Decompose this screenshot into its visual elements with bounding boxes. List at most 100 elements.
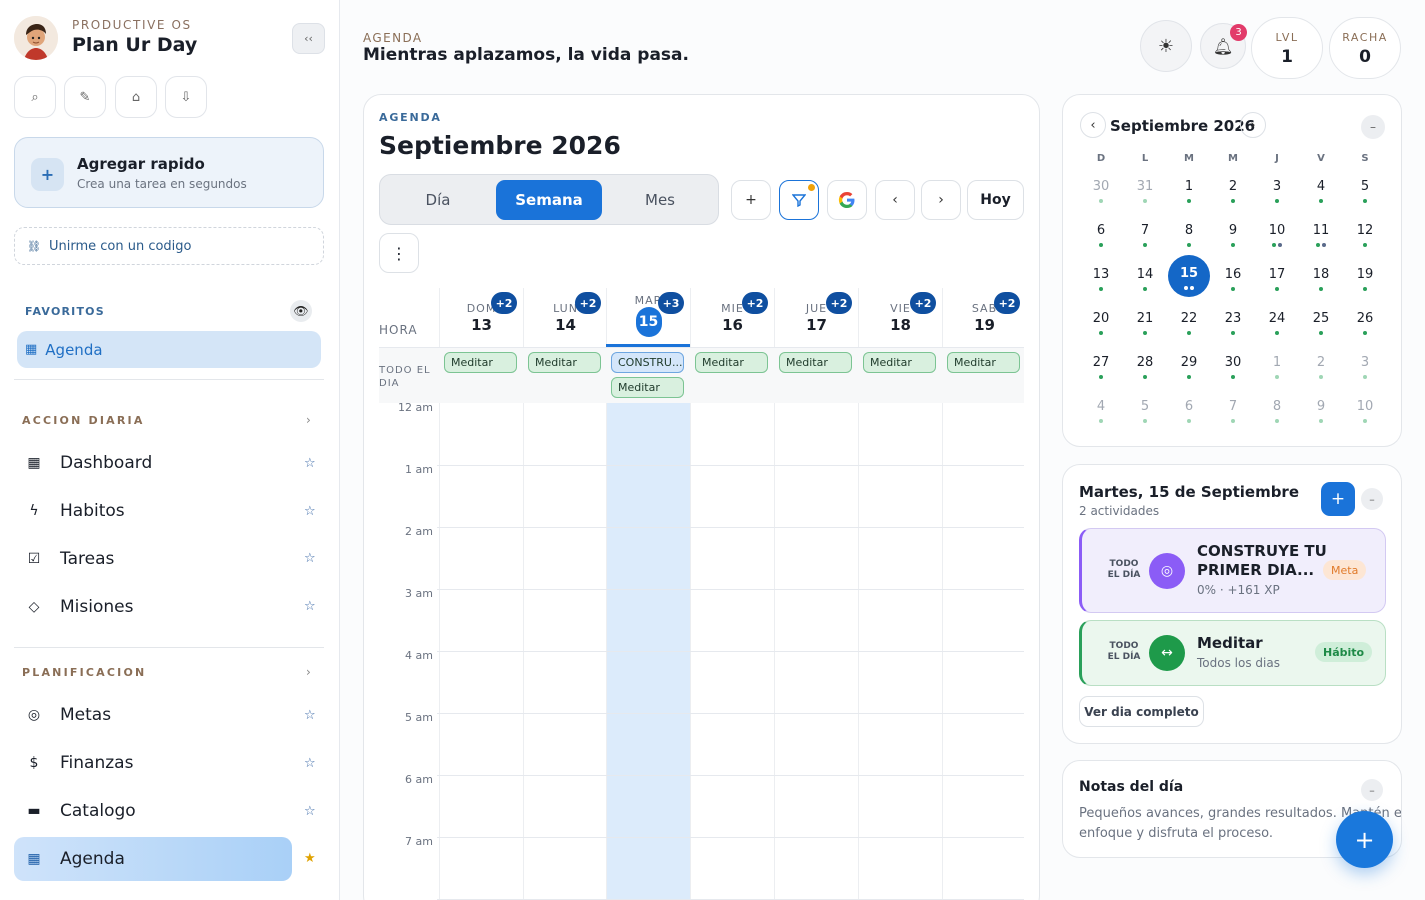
collapse-sidebar-button[interactable]: ‹‹ <box>292 23 325 54</box>
sidebar-item-tasks[interactable]: ☑ Tareas <box>14 537 292 581</box>
calendar-day[interactable]: 14 <box>1125 265 1165 305</box>
calendar-day[interactable]: 7 <box>1213 397 1253 437</box>
sidebar-item-missions[interactable]: ◇ Misiones <box>14 585 292 629</box>
calendar-day[interactable]: 18 <box>1301 265 1341 305</box>
calendar-day[interactable]: 3 <box>1345 353 1385 393</box>
quick-add-card[interactable]: + Agregar rapido Crea una tarea en segun… <box>14 137 324 208</box>
day-event-count-badge[interactable]: +2 <box>994 292 1020 314</box>
previous-week-button[interactable]: ‹ <box>875 180 915 220</box>
favorite-item-agenda[interactable]: ▦ Agenda <box>17 331 321 368</box>
sidebar-item-goals[interactable]: ◎ Metas <box>14 693 292 737</box>
calendar-day[interactable]: 21 <box>1125 309 1165 349</box>
see-full-day-button[interactable]: Ver dia completo <box>1079 696 1204 727</box>
download-button[interactable]: ⇩ <box>165 76 207 118</box>
calendar-day[interactable]: 5 <box>1125 397 1165 437</box>
star-filled-icon[interactable]: ★ <box>304 851 316 866</box>
search-button[interactable]: ⌕ <box>14 76 56 118</box>
day-header-1[interactable]: LUN 14 +2 <box>523 288 607 348</box>
view-month-tab[interactable]: Mes <box>607 180 713 220</box>
day-event-count-badge[interactable]: +2 <box>910 292 936 314</box>
calendar-day[interactable]: 13 <box>1081 265 1121 305</box>
calendar-day[interactable]: 6 <box>1169 397 1209 437</box>
calendar-day[interactable]: 29 <box>1169 353 1209 393</box>
google-sync-button[interactable] <box>827 180 867 220</box>
day-event-count-badge[interactable]: +2 <box>491 292 517 314</box>
calendar-day[interactable]: 16 <box>1213 265 1253 305</box>
calendar-day[interactable]: 10 <box>1257 221 1297 261</box>
all-day-event-chip[interactable]: CONSTRU... <box>611 352 684 373</box>
day-header-3[interactable]: MIE 16 +2 <box>690 288 774 348</box>
floating-add-button[interactable]: + <box>1336 811 1393 868</box>
calendar-day[interactable]: 9 <box>1301 397 1341 437</box>
all-day-event-chip[interactable]: Meditar <box>947 352 1020 373</box>
collapse-day-button[interactable]: – <box>1361 488 1383 510</box>
all-day-event-chip[interactable]: Meditar <box>444 352 517 373</box>
calendar-day[interactable]: 4 <box>1081 397 1121 437</box>
star-icon[interactable]: ☆ <box>304 708 316 723</box>
calendar-day[interactable]: 1 <box>1169 177 1209 217</box>
add-event-button[interactable]: + <box>731 180 771 220</box>
star-icon[interactable]: ☆ <box>304 456 316 471</box>
day-header-0[interactable]: DOM 13 +2 <box>439 288 523 348</box>
all-day-event-chip[interactable]: Meditar <box>863 352 936 373</box>
calendar-day[interactable]: 11 <box>1301 221 1341 261</box>
add-activity-button[interactable]: + <box>1321 482 1355 516</box>
day-header-2[interactable]: MAR 15 +3 <box>606 288 690 348</box>
more-options-button[interactable]: ⋮ <box>379 233 419 273</box>
next-month-button[interactable]: › <box>1240 112 1266 138</box>
avatar[interactable] <box>14 16 58 60</box>
calendar-day[interactable]: 12 <box>1345 221 1385 261</box>
day-header-6[interactable]: SAB 19 +2 <box>942 288 1026 348</box>
calendar-day[interactable]: 7 <box>1125 221 1165 261</box>
filter-button[interactable] <box>779 180 819 220</box>
star-icon[interactable]: ☆ <box>304 756 316 771</box>
calendar-day[interactable]: 24 <box>1257 309 1297 349</box>
calendar-day[interactable]: 2 <box>1213 177 1253 217</box>
all-day-event-chip[interactable]: Meditar <box>611 377 684 398</box>
calendar-day[interactable]: 4 <box>1301 177 1341 217</box>
calendar-day[interactable]: 19 <box>1345 265 1385 305</box>
activity-goal[interactable]: TODO EL DÍA ◎ CONSTRUYE TU PRIMER DIA...… <box>1079 528 1386 613</box>
calendar-day[interactable]: 2 <box>1301 353 1341 393</box>
sidebar-item-habits[interactable]: ϟ Habitos <box>14 489 292 533</box>
calendar-day[interactable]: 6 <box>1081 221 1121 261</box>
calendar-day[interactable]: 22 <box>1169 309 1209 349</box>
theme-toggle-button[interactable]: ☀ <box>1140 20 1192 72</box>
calendar-day[interactable]: 17 <box>1257 265 1297 305</box>
calendar-day[interactable]: 30 <box>1213 353 1253 393</box>
collapse-notes-button[interactable]: – <box>1361 779 1383 801</box>
next-week-button[interactable]: › <box>921 180 961 220</box>
calendar-day[interactable]: 8 <box>1257 397 1297 437</box>
calendar-day-selected[interactable]: 15 <box>1168 255 1210 297</box>
activity-habit[interactable]: TODO EL DÍA ↔ Meditar Todos los dias Háb… <box>1079 620 1386 686</box>
day-event-count-badge[interactable]: +3 <box>658 292 684 314</box>
star-icon[interactable]: ☆ <box>304 804 316 819</box>
calendar-day[interactable]: 31 <box>1125 177 1165 217</box>
eye-icon[interactable]: 👁 <box>290 300 312 322</box>
sidebar-item-agenda[interactable]: ▦ Agenda <box>14 837 292 881</box>
view-day-tab[interactable]: Día <box>385 180 491 220</box>
day-header-4[interactable]: JUE 17 +2 <box>774 288 858 348</box>
sidebar-item-finance[interactable]: $ Finanzas <box>14 741 292 785</box>
calendar-day[interactable]: 9 <box>1213 221 1253 261</box>
calendar-day[interactable]: 27 <box>1081 353 1121 393</box>
calendar-day[interactable]: 26 <box>1345 309 1385 349</box>
join-code-button[interactable]: ⛓ Unirme con un codigo <box>14 227 324 265</box>
inbox-button[interactable]: ⌂ <box>115 76 157 118</box>
all-day-event-chip[interactable]: Meditar <box>528 352 601 373</box>
collapse-calendar-button[interactable]: – <box>1361 115 1385 139</box>
all-day-event-chip[interactable]: Meditar <box>779 352 852 373</box>
calendar-day[interactable]: 25 <box>1301 309 1341 349</box>
star-icon[interactable]: ☆ <box>304 504 316 519</box>
day-event-count-badge[interactable]: +2 <box>826 292 852 314</box>
pen-button[interactable]: ✎ <box>64 76 106 118</box>
day-event-count-badge[interactable]: +2 <box>742 292 768 314</box>
calendar-day[interactable]: 3 <box>1257 177 1297 217</box>
chevron-right-icon[interactable]: › <box>306 665 311 679</box>
day-header-5[interactable]: VIE 18 +2 <box>858 288 942 348</box>
calendar-day[interactable]: 10 <box>1345 397 1385 437</box>
calendar-day[interactable]: 5 <box>1345 177 1385 217</box>
chevron-right-icon[interactable]: › <box>306 413 311 427</box>
calendar-day[interactable]: 30 <box>1081 177 1121 217</box>
calendar-day[interactable]: 28 <box>1125 353 1165 393</box>
